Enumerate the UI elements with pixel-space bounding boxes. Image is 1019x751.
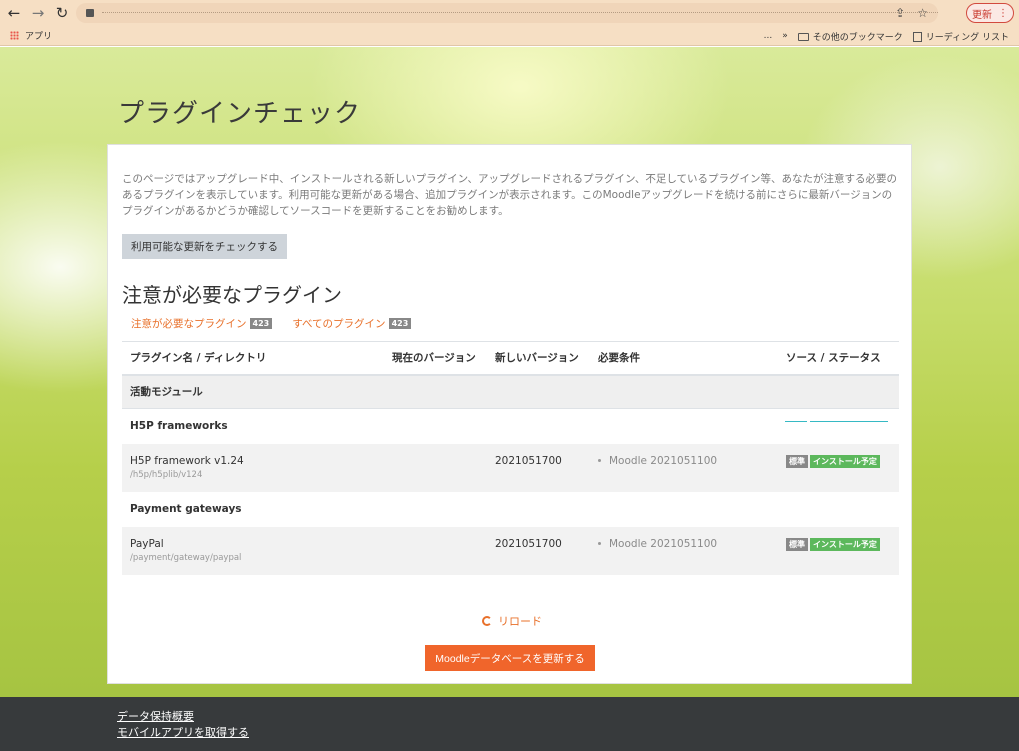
lock-icon — [86, 9, 94, 17]
requirement-text: Moodle 2021051100 — [609, 454, 718, 467]
filter-label: 注意が必要なプラグイン — [131, 318, 247, 330]
status-badge: インストール予定 — [810, 537, 880, 551]
check-updates-button[interactable]: 利用可能な更新をチェックする — [122, 234, 287, 259]
current-version — [384, 443, 487, 492]
page-title: プラグインチェック — [118, 99, 362, 129]
group-name: H5P frameworks — [122, 408, 899, 444]
page-background: プラグインチェック このページではアップグレード中、インストールされる新しいプラ… — [0, 47, 1019, 697]
plugin-dir: /payment/gateway/paypal — [130, 552, 242, 563]
requirement: Moodle 2021051100 — [598, 538, 770, 550]
plugin-row: PayPal /payment/gateway/paypal 202105170… — [122, 526, 899, 575]
filter-all-link[interactable]: すべてのプラグイン 423 — [292, 316, 412, 331]
refresh-icon — [482, 616, 492, 626]
browser-update-button[interactable]: 更新 ⋮ — [966, 3, 1014, 23]
current-version — [384, 526, 487, 575]
category-name: 活動モジュール — [122, 374, 899, 409]
header-source-status: ソース / ステータス — [778, 341, 899, 376]
divider — [810, 421, 888, 422]
source-badge: 標準 — [786, 454, 808, 468]
url-text — [102, 12, 938, 18]
bullet-icon — [598, 459, 601, 462]
group-row: Payment gateways — [122, 491, 899, 527]
address-bar[interactable]: ⇪ ☆ — [76, 3, 938, 23]
new-version: 2021051700 — [487, 526, 590, 575]
plugin-row: H5P framework v1.24 /h5p/h5plib/v124 202… — [122, 443, 899, 492]
data-retention-link[interactable]: データ保持概要 — [117, 708, 194, 724]
back-icon[interactable]: ← — [4, 3, 24, 23]
other-bookmarks-label: その他のブックマーク — [812, 32, 903, 43]
bookmarks-more-icon[interactable]: » — [782, 31, 788, 41]
status-badge: インストール予定 — [810, 454, 880, 468]
reading-list-label: リーディング リスト — [925, 32, 1009, 43]
group-row: H5P frameworks — [122, 408, 899, 444]
bullet-icon — [598, 542, 601, 545]
reload-link[interactable]: リロード — [482, 613, 542, 629]
plugin-filters: 注意が必要なプラグイン 423 すべてのプラグイン 423 — [131, 316, 412, 331]
folder-icon — [797, 33, 809, 41]
apps-grid-icon — [10, 31, 19, 40]
new-version: 2021051700 — [487, 443, 590, 492]
header-new-version: 新しいバージョン — [487, 341, 590, 376]
forward-icon[interactable]: → — [28, 3, 48, 23]
group-name: Payment gateways — [122, 491, 899, 527]
plugin-name: PayPal — [130, 537, 164, 550]
category-row: 活動モジュール — [122, 374, 899, 409]
main-card: このページではアップグレード中、インストールされる新しいプラグイン、アップグレー… — [107, 144, 912, 684]
count-badge: 423 — [388, 318, 412, 329]
star-icon[interactable]: ☆ — [917, 6, 928, 20]
header-current-version: 現在のバージョン — [384, 341, 487, 376]
filter-attention-link[interactable]: 注意が必要なプラグイン 423 — [131, 316, 273, 331]
page-footer: データ保持概要 モバイルアプリを取得する — [0, 697, 1019, 751]
mobile-app-link[interactable]: モバイルアプリを取得する — [117, 724, 249, 740]
source-badge: 標準 — [786, 537, 808, 551]
intro-text: このページではアップグレード中、インストールされる新しいプラグイン、アップグレー… — [122, 173, 898, 217]
plugins-table: プラグイン名 / ディレクトリ 現在のバージョン 新しいバージョン 必要条件 ソ… — [122, 341, 899, 575]
filter-label: すべてのプラグイン — [292, 318, 386, 330]
header-plugin-name: プラグイン名 / ディレクトリ — [122, 341, 384, 376]
share-icon[interactable]: ⇪ — [895, 6, 905, 20]
requirement-text: Moodle 2021051100 — [609, 537, 718, 550]
plugin-name: H5P framework v1.24 — [130, 454, 244, 467]
upgrade-database-button[interactable]: Moodleデータベースを更新する — [425, 645, 595, 671]
bookmarks-bar: アプリ ... » その他のブックマーク リーディング リスト — [0, 26, 1019, 46]
reload-label: リロード — [498, 615, 542, 628]
reading-list[interactable]: リーディング リスト — [912, 30, 1009, 43]
apps-shortcut[interactable]: アプリ — [10, 29, 52, 42]
apps-label: アプリ — [25, 32, 53, 42]
requirement: Moodle 2021051100 — [598, 455, 770, 467]
browser-toolbar: ← → ↻ ⇪ ☆ 更新 ⋮ — [0, 0, 1019, 26]
bookmarks-overflow[interactable]: ... — [764, 31, 773, 41]
reload-browser-icon[interactable]: ↻ — [52, 3, 72, 23]
reading-list-icon — [912, 32, 922, 42]
header-requirements: 必要条件 — [590, 341, 778, 376]
plugin-dir: /h5p/h5plib/v124 — [130, 469, 203, 480]
count-badge: 423 — [249, 318, 273, 329]
other-bookmarks[interactable]: その他のブックマーク — [797, 30, 903, 43]
section-title: 注意が必要なプラグイン — [122, 283, 342, 307]
update-label: 更新 — [972, 9, 992, 21]
kebab-menu-icon: ⋮ — [998, 7, 1008, 19]
divider — [785, 421, 807, 422]
